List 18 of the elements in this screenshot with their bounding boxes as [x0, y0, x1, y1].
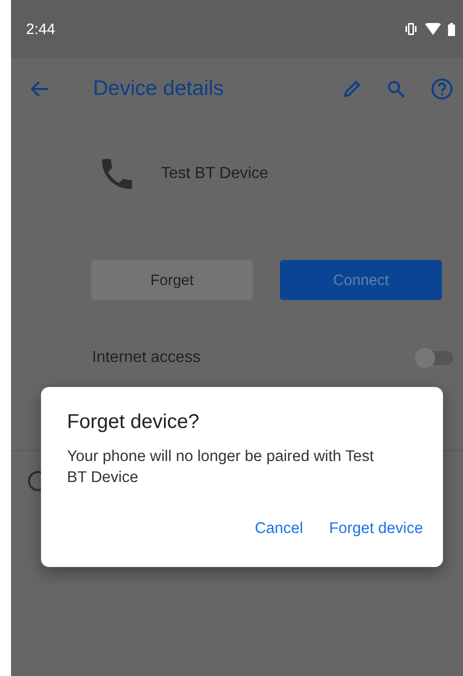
wifi-icon [425, 23, 441, 35]
status-time: 2:44 [26, 20, 56, 38]
connect-button[interactable]: Connect [280, 260, 442, 300]
device-name: Test BT Device [161, 165, 268, 183]
back-arrow-icon[interactable] [31, 81, 49, 97]
pencil-icon[interactable] [343, 80, 361, 98]
toggle-switch[interactable] [417, 351, 453, 365]
confirm-button[interactable]: Forget device [321, 516, 431, 542]
dialog-message: Your phone will no longer be paired with Test BT Device [67, 447, 375, 488]
cancel-button[interactable]: Cancel [246, 516, 312, 542]
search-icon[interactable] [387, 80, 405, 98]
vibrate-icon [404, 23, 418, 35]
help-icon[interactable] [431, 78, 453, 100]
toolbar-title: Device details [93, 77, 225, 101]
battery-icon [448, 22, 455, 36]
setting-label: Internet access [92, 349, 200, 367]
dialog-title: Forget device? [67, 411, 200, 434]
forget-button[interactable]: Forget [91, 260, 253, 300]
